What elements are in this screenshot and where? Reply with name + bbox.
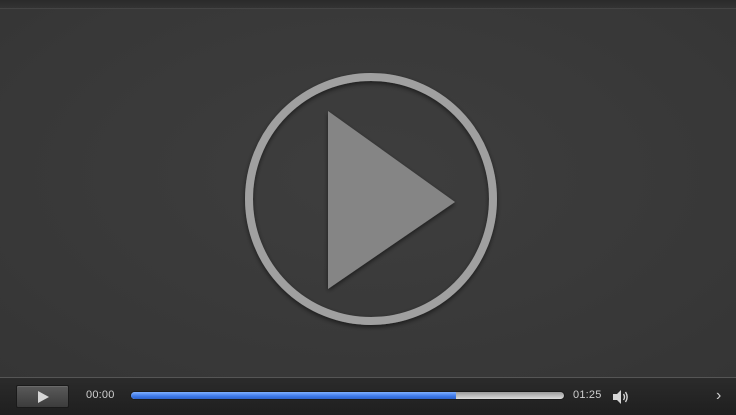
control-bar: 00:00 01:25 ›: [0, 377, 736, 415]
progress-fill: [131, 392, 456, 399]
play-icon: [38, 391, 49, 403]
play-circle-icon: [245, 73, 497, 325]
video-player: 00:00 01:25 ›: [0, 0, 736, 415]
volume-button[interactable]: [612, 389, 630, 405]
volume-icon: [613, 390, 628, 404]
chevron-right-icon[interactable]: ›: [716, 386, 721, 406]
top-strip: [0, 0, 736, 9]
total-time: 01:25: [573, 389, 602, 401]
current-time: 00:00: [86, 389, 115, 401]
video-area[interactable]: [0, 9, 736, 377]
big-play-button[interactable]: [240, 71, 502, 333]
progress-bar[interactable]: [130, 391, 565, 400]
play-button[interactable]: [16, 385, 69, 408]
